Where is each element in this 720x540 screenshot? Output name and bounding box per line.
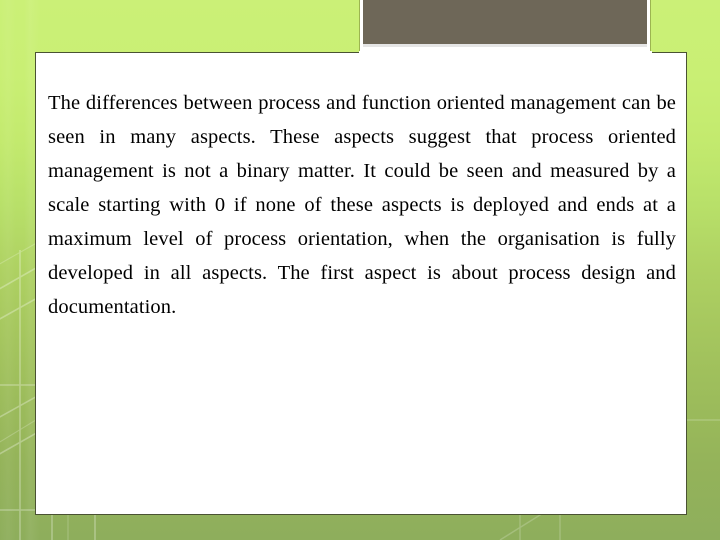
accent-box <box>363 0 647 44</box>
slide-body-text: The differences between process and func… <box>48 92 676 318</box>
card-top-notch <box>359 51 652 54</box>
accent-box-shadow <box>363 44 647 47</box>
content-card: The differences between process and func… <box>35 52 687 515</box>
slide: The differences between process and func… <box>0 0 720 540</box>
